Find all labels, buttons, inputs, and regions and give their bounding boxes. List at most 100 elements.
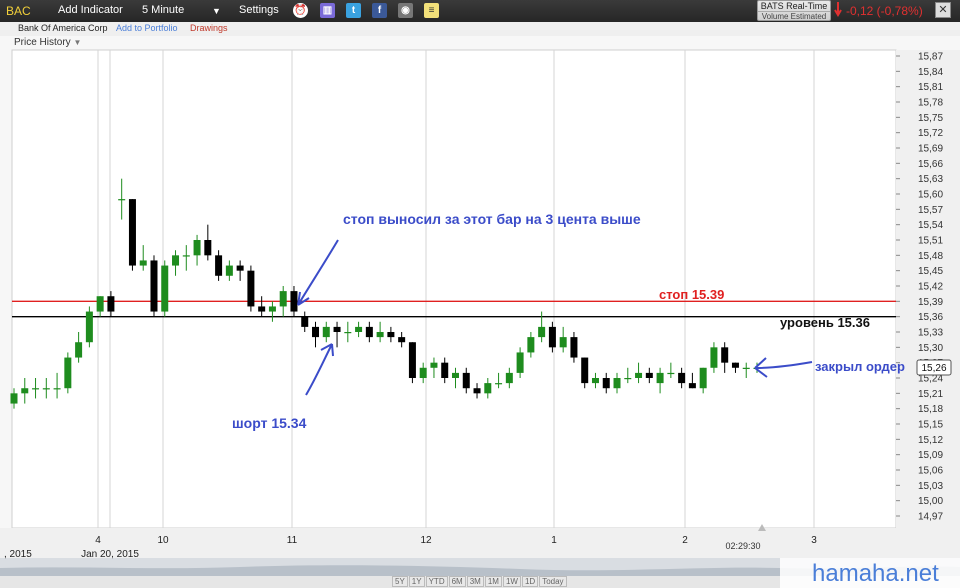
range-button[interactable]: 3M (466, 576, 484, 587)
candle-body-up (591, 378, 599, 384)
candle-body-down (678, 372, 686, 384)
candle-body-down (408, 342, 416, 378)
candle-body-up (182, 255, 190, 257)
y-tick-label: 15,09 (918, 450, 943, 461)
close-note-annotation: закрыл ордер (815, 359, 905, 374)
candle-body-down (258, 306, 266, 312)
candle-body-down (312, 326, 320, 338)
candle-body-up (484, 383, 492, 394)
candle-body-down (581, 357, 589, 384)
y-tick-label: 15,75 (918, 113, 943, 124)
x-tick-label: 3 (811, 535, 817, 546)
range-buttons: 5Y 1Y YTD 6M 3M 1M 1W 1D Today (392, 576, 568, 588)
candle-body-up (667, 372, 675, 375)
y-tick-label: 15,30 (918, 343, 943, 354)
range-button[interactable]: 1Y (408, 576, 425, 587)
range-button[interactable]: 6M (448, 576, 466, 587)
stop-level-label: стоп 15.39 (659, 287, 724, 302)
y-tick-label: 15,33 (918, 328, 943, 339)
candle-body-down (441, 362, 449, 378)
candle-body-up (193, 240, 201, 256)
range-button[interactable]: 5Y (392, 576, 408, 587)
candle-body-down (570, 337, 578, 358)
y-tick-label: 15,15 (918, 420, 943, 431)
price-chart: 15,87 15,84 15,81 15,78 15,75 15,72 15,69 15,66… (0, 49, 960, 588)
x-tick-label: 4 (95, 535, 101, 546)
y-tick-label: 15,36 (918, 312, 943, 323)
candle-body-up (699, 367, 707, 389)
range-button[interactable]: 1M (484, 576, 502, 587)
y-tick-label: 15,87 (918, 52, 943, 63)
stop-note-annotation: стоп выносил за этот бар на 3 цента выше (343, 211, 641, 227)
candle-body-up (495, 383, 503, 385)
candle-body-up (42, 388, 50, 390)
candle-body-down (128, 199, 136, 266)
candle-body-up (516, 352, 524, 373)
candle-body-up (279, 291, 287, 307)
range-button[interactable]: Today (539, 576, 567, 587)
x-tick-label: 1 (551, 535, 557, 546)
candle-body-up (538, 326, 546, 338)
y-tick-label: 15,69 (918, 144, 943, 155)
y-tick-label: 15,06 (918, 466, 943, 477)
y-tick-label: 15,54 (918, 220, 943, 231)
short-note-annotation: шорт 15.34 (232, 415, 307, 431)
candle-body-down (548, 326, 556, 348)
range-button[interactable]: 1D (521, 576, 539, 587)
range-button[interactable]: YTD (425, 576, 448, 587)
y-tick-label: 15,51 (918, 236, 943, 247)
y-tick-label: 15,12 (918, 435, 943, 446)
candle-body-down (236, 265, 244, 271)
candle-body-up (505, 372, 513, 384)
y-tick-label: 15,72 (918, 128, 943, 139)
watermark: hamaha.net (812, 560, 939, 587)
y-tick-label: 15,42 (918, 282, 943, 293)
y-tick-label: 15,00 (918, 496, 943, 507)
range-button[interactable]: 1W (502, 576, 521, 587)
candle-body-down (387, 332, 395, 338)
candle-body-up (64, 357, 72, 389)
candle-body-up (96, 296, 104, 312)
y-tick-label: 15,78 (918, 98, 943, 109)
y-tick-label: 15,39 (918, 297, 943, 308)
candle-body-up (32, 388, 40, 390)
candle-body-up (376, 332, 384, 338)
candle-body-down (731, 362, 739, 368)
x-tick-label: , 2015 (4, 549, 32, 560)
candle-body-down (602, 378, 610, 389)
last-price-label: 15,26 (921, 363, 946, 374)
plot-frame (11, 49, 897, 529)
candle-body-up (85, 311, 93, 343)
candle-body-up (118, 199, 126, 201)
candle-body-down (247, 270, 255, 307)
x-tick-label: 10 (157, 535, 169, 546)
candle-body-down (721, 347, 729, 363)
candle-body-up (613, 378, 621, 389)
candle-body-down (365, 326, 373, 338)
y-tick-label: 15,84 (918, 67, 943, 78)
y-tick-label: 15,45 (918, 266, 943, 277)
candle-body-up (21, 388, 29, 394)
x-tick-label: 11 (287, 535, 298, 546)
candle-body-up (161, 265, 169, 312)
y-tick-label: 15,81 (918, 82, 943, 93)
candle-body-down (301, 316, 309, 327)
candle-body-down (688, 383, 696, 389)
level-label: уровень 15.36 (780, 315, 870, 330)
y-tick-label: 15,03 (918, 481, 943, 492)
candle-body-up (430, 362, 438, 368)
candle-body-down (473, 388, 481, 394)
candle-body-up (451, 372, 459, 378)
candle-body-down (150, 260, 158, 312)
y-tick-label: 15,18 (918, 404, 943, 415)
candle-body-up (527, 337, 535, 353)
candle-body-up (710, 347, 718, 368)
candle-body-down (462, 372, 470, 389)
candle-body-down (645, 372, 653, 378)
candle-body-up (635, 372, 643, 378)
candle-body-up (559, 337, 567, 348)
x-tick-label: 2 (682, 535, 688, 546)
candle-body-up (742, 367, 750, 369)
y-tick-label: 15,66 (918, 159, 943, 170)
y-tick-label: 15,63 (918, 174, 943, 185)
